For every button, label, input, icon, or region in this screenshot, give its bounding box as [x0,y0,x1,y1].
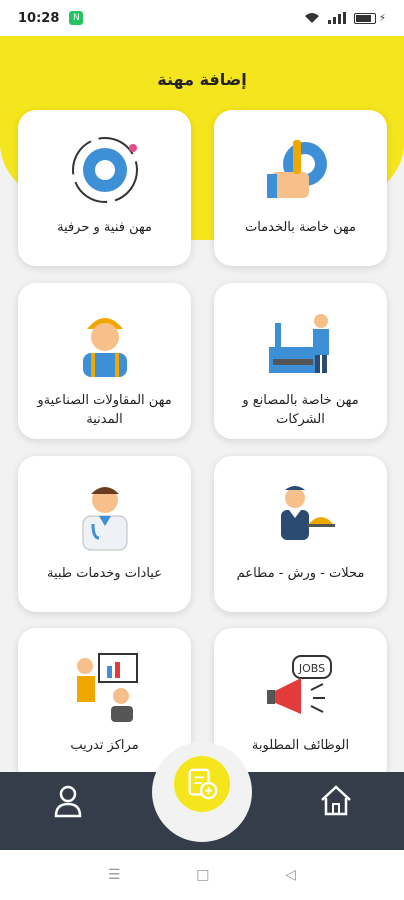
card-label: محلات - ورش - مطاعم [236,566,365,581]
gear-icon [71,137,138,203]
card-services[interactable]: مهن خاصة بالخدمات [214,110,387,266]
home-square-icon[interactable]: □ [196,867,209,883]
svg-text:JOBS: JOBS [297,662,324,675]
card-label: مهن خاصة بالخدمات [244,220,357,235]
menu-icon[interactable]: ☰ [108,867,121,883]
card-shops[interactable]: محلات - ورش - مطاعم [214,456,387,612]
card-label: مهن فنية و حرفية [57,220,152,235]
doctor-icon [82,487,127,551]
card-factories[interactable]: مهن خاصة بالمصانع و الشركات [214,283,387,439]
notification-badge: N [69,11,84,25]
status-bar: 10:28 N ⚡ [0,0,404,36]
system-nav-bar: ☰ □ ◁ [0,850,404,900]
back-icon[interactable]: ◁ [285,867,296,883]
status-time: 10:28 [18,10,60,26]
training-presentation-icon [76,653,138,722]
battery-icon: ⚡ [353,12,386,24]
page-title: إضافة مهنة [157,70,247,89]
card-label: مهن خاصة بالمصانع و الشركات [242,393,359,427]
add-profession-button[interactable] [174,756,230,812]
signal-icon [327,12,346,24]
card-label: مراكز تدريب [70,738,139,753]
card-label: عيادات وخدمات طبية [46,566,162,581]
factory-worker-icon [268,314,329,373]
construction-worker-icon [82,318,127,377]
card-label: مهن المقاولات الصناعيةو المدنية [37,393,172,427]
wifi-icon [304,13,319,23]
home-icon[interactable] [318,782,354,818]
jobs-megaphone-icon: JOBS [266,655,332,714]
add-document-icon [188,768,218,800]
card-clinics[interactable]: عيادات وخدمات طبية [18,456,191,612]
card-label: الوظائف المطلوبة [251,738,350,753]
card-construction[interactable]: مهن المقاولات الصناعيةو المدنية [18,283,191,439]
waiter-icon [280,486,335,540]
user-icon[interactable] [50,782,86,818]
card-technical[interactable]: مهن فنية و حرفية [18,110,191,266]
handshake-gear-icon [266,140,327,198]
